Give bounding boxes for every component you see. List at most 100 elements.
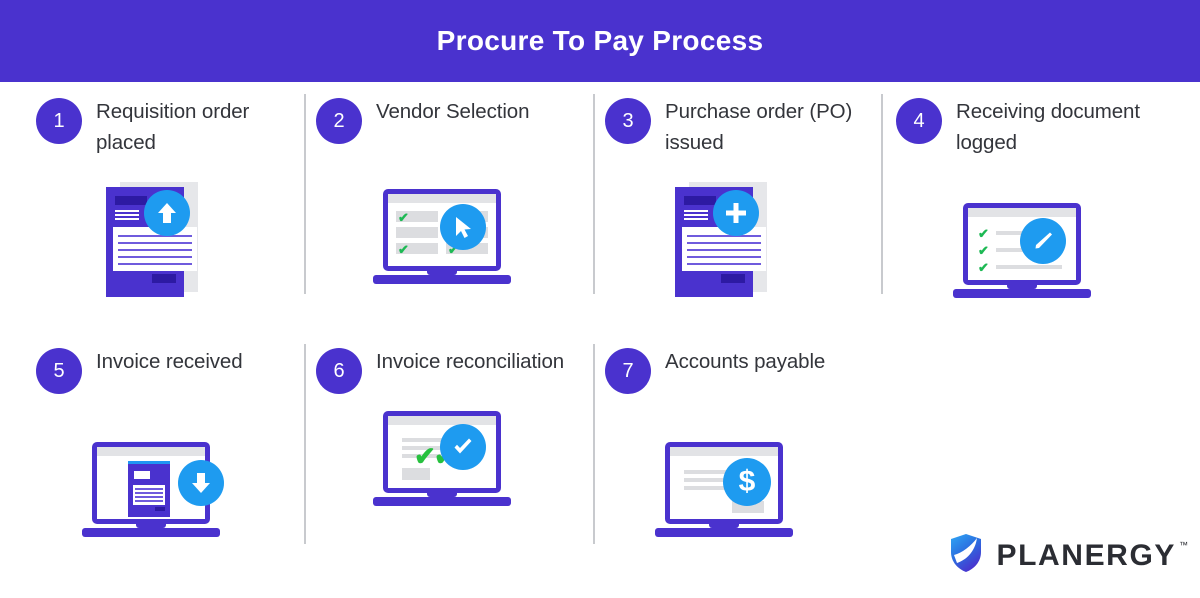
- document-mini-line: [115, 214, 139, 216]
- laptop-topbar: [968, 208, 1076, 217]
- document-mini-line: [115, 218, 139, 220]
- laptop-topbar: [388, 416, 496, 425]
- document-mini-line: [115, 210, 139, 212]
- document-footer-bar: [721, 274, 745, 283]
- page-header: Procure To Pay Process: [0, 0, 1200, 82]
- step-6[interactable]: 6 Invoice reconciliation ✔ ✔ ✔: [316, 346, 596, 536]
- step-5-header: 5 Invoice received: [36, 346, 316, 394]
- step-4-illustration: ✔ ✔ ✔: [896, 203, 1176, 328]
- step-2-number-badge: 2: [316, 98, 362, 144]
- shield-icon: [949, 533, 983, 578]
- step-4-label: Receiving document logged: [956, 100, 1140, 154]
- step-7-label: Accounts payable: [665, 350, 826, 373]
- dollar-glyph: $: [738, 465, 756, 498]
- step-2-illustration: ✔ ✔ ✔: [316, 189, 596, 314]
- green-check-icon: ✔: [978, 260, 989, 275]
- pencil-icon: [1020, 218, 1066, 264]
- document-mini-line: [684, 214, 708, 216]
- step-1-header: 1 Requisition order placed: [36, 96, 316, 158]
- document-line: [687, 242, 761, 244]
- document-mini-line: [684, 210, 708, 212]
- checklist-line: [996, 265, 1062, 269]
- step-7-header: 7 Accounts payable: [605, 346, 885, 394]
- step-5-label: Invoice received: [96, 350, 243, 373]
- step-5[interactable]: 5 Invoice received: [36, 346, 316, 567]
- step-3-label: Purchase order (PO) issued: [665, 100, 853, 154]
- laptop-topbar: [388, 194, 496, 203]
- document-line: [118, 249, 192, 251]
- step-7-number-badge: 7: [605, 348, 651, 394]
- document-line: [687, 235, 761, 237]
- laptop-topbar: [670, 447, 778, 456]
- steps-container: 1 Requisition order placed 2 Vendor Sele…: [0, 82, 1200, 544]
- step-7-illustration: $: [605, 442, 885, 567]
- logo-wordmark-text: PLANERGY: [996, 538, 1176, 572]
- planergy-logo[interactable]: PLANERGY ™: [949, 533, 1189, 578]
- laptop-verified-icon: ✔ ✔ ✔: [373, 411, 511, 506]
- step-4-number-badge: 4: [896, 98, 942, 144]
- step-5-number-badge: 5: [36, 348, 82, 394]
- step-6-label: Invoice reconciliation: [376, 350, 565, 373]
- inner-document-panel: [133, 485, 165, 505]
- checklist-cell: [396, 227, 438, 238]
- document-line: [118, 256, 192, 258]
- step-1-label: Requisition order placed: [96, 100, 250, 154]
- laptop-base: [82, 528, 220, 537]
- document-text-panel: [682, 227, 766, 271]
- step-1[interactable]: 1 Requisition order placed: [36, 96, 316, 297]
- logo-wordmark: PLANERGY ™: [996, 538, 1189, 573]
- step-2-header: 2 Vendor Selection: [316, 96, 596, 144]
- check-icon: [440, 424, 486, 470]
- document-mini-line: [684, 218, 708, 220]
- laptop-base: [373, 275, 511, 284]
- arrow-down-icon: [178, 460, 224, 506]
- step-2[interactable]: 2 Vendor Selection ✔ ✔ ✔: [316, 96, 596, 314]
- laptop-base: [655, 528, 793, 537]
- dollar-icon: $: [723, 458, 771, 506]
- step-6-illustration: ✔ ✔ ✔: [316, 411, 596, 536]
- step-2-label: Vendor Selection: [376, 100, 530, 123]
- plus-icon: [713, 190, 759, 236]
- document-header-bar: [115, 196, 147, 205]
- inner-document: [128, 461, 170, 517]
- document-line: [687, 249, 761, 251]
- inner-document-bar: [134, 471, 150, 479]
- trademark-symbol: ™: [1179, 539, 1188, 550]
- inner-document-line: [135, 496, 163, 498]
- document-text-panel: [113, 227, 197, 271]
- step-1-illustration: [36, 172, 316, 297]
- step-4[interactable]: 4 Receiving document logged ✔ ✔ ✔: [896, 96, 1176, 328]
- inner-document-line: [135, 492, 163, 494]
- inner-document-footer: [155, 507, 165, 511]
- document-footer-bar: [152, 274, 176, 283]
- step-4-header: 4 Receiving document logged: [896, 96, 1176, 158]
- step-3-illustration: [605, 172, 885, 297]
- step-6-header: 6 Invoice reconciliation: [316, 346, 596, 394]
- infographic-page: Procure To Pay Process 1 Requisition ord…: [0, 0, 1200, 598]
- arrow-up-icon: [144, 190, 190, 236]
- laptop-base: [953, 289, 1091, 298]
- laptop-base: [373, 497, 511, 506]
- green-check-icon: ✔: [398, 210, 409, 225]
- step-3-number-badge: 3: [605, 98, 651, 144]
- step-1-number-badge: 1: [36, 98, 82, 144]
- document-line: [118, 263, 192, 265]
- page-title: Procure To Pay Process: [436, 25, 764, 56]
- document-line: [687, 263, 761, 265]
- step-3-header: 3 Purchase order (PO) issued: [605, 96, 885, 158]
- document-line: [118, 235, 192, 237]
- step-7[interactable]: 7 Accounts payable $: [605, 346, 885, 567]
- inner-document-line: [135, 488, 163, 490]
- step-3[interactable]: 3 Purchase order (PO) issued: [605, 96, 885, 297]
- cursor-arrow-icon: [440, 204, 486, 250]
- document-header-bar: [684, 196, 716, 205]
- step-5-illustration: [36, 442, 316, 567]
- green-check-icon: ✔: [978, 243, 989, 258]
- green-check-icon: ✔: [978, 226, 989, 241]
- step-6-number-badge: 6: [316, 348, 362, 394]
- green-check-icon: ✔: [414, 441, 436, 471]
- document-line: [118, 242, 192, 244]
- laptop-topbar: [97, 447, 205, 456]
- inner-document-line: [135, 500, 163, 502]
- green-check-icon: ✔: [398, 242, 409, 257]
